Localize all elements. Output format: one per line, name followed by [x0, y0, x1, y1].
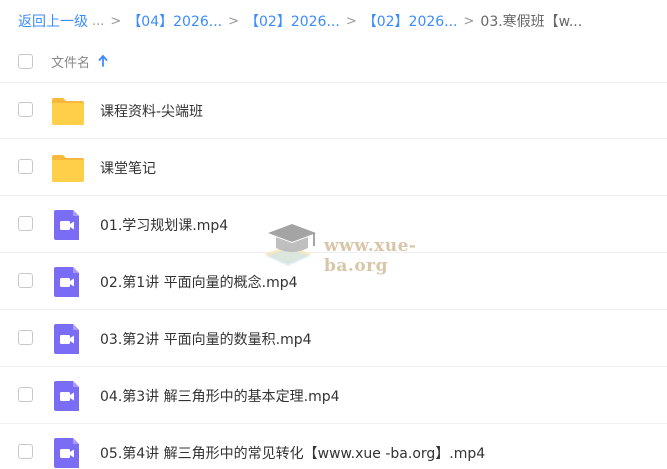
list-item[interactable]: 04.第3讲 解三角形中的基本定理.mp4: [0, 367, 667, 424]
breadcrumb-separator: >: [463, 13, 475, 29]
video-file-icon: [54, 267, 79, 297]
file-name[interactable]: 04.第3讲 解三角形中的基本定理.mp4: [100, 386, 340, 406]
breadcrumb-separator: >: [345, 13, 357, 29]
filename-column-header[interactable]: 文件名: [51, 52, 108, 71]
breadcrumb-separator: >: [110, 13, 122, 29]
file-name[interactable]: 01.学习规划课.mp4: [100, 215, 228, 235]
back-link[interactable]: 返回上一级: [18, 11, 88, 31]
row-checkbox[interactable]: [18, 387, 33, 402]
row-checkbox[interactable]: [18, 216, 33, 231]
file-name[interactable]: 05.第4讲 解三角形中的常见转化【www.xue -ba.org】.mp4: [100, 443, 485, 463]
breadcrumb-item-3[interactable]: 【02】2026...: [363, 11, 458, 31]
list-item[interactable]: 03.第2讲 平面向量的数量积.mp4: [0, 310, 667, 367]
filename-column-label: 文件名: [51, 55, 91, 71]
list-item[interactable]: 课程资料-尖端班: [0, 82, 667, 139]
list-item[interactable]: 01.学习规划课.mp4: [0, 196, 667, 253]
video-file-icon: [54, 438, 79, 468]
breadcrumb: 返回上一级 ... > 【04】2026... > 【02】2026... > …: [18, 10, 582, 32]
file-name[interactable]: 03.第2讲 平面向量的数量积.mp4: [100, 329, 312, 349]
breadcrumb-item-2[interactable]: 【02】2026...: [245, 11, 340, 31]
row-checkbox[interactable]: [18, 330, 33, 345]
list-item[interactable]: 05.第4讲 解三角形中的常见转化【www.xue -ba.org】.mp4: [0, 424, 667, 469]
breadcrumb-item-1[interactable]: 【04】2026...: [127, 11, 222, 31]
file-name[interactable]: 课堂笔记: [100, 158, 156, 178]
file-list: 课程资料-尖端班 课堂笔记 01.学习规划课.mp4 02.第1讲 平面向量的概…: [0, 82, 667, 469]
row-checkbox[interactable]: [18, 273, 33, 288]
video-file-icon: [54, 324, 79, 354]
list-item[interactable]: 02.第1讲 平面向量的概念.mp4: [0, 253, 667, 310]
list-item[interactable]: 课堂笔记: [0, 139, 667, 196]
row-checkbox[interactable]: [18, 444, 33, 459]
row-checkbox[interactable]: [18, 159, 33, 174]
breadcrumb-separator: >: [228, 13, 240, 29]
breadcrumb-ellipsis[interactable]: ...: [92, 14, 104, 29]
select-all-checkbox[interactable]: [18, 53, 33, 69]
arrow-up-icon[interactable]: [98, 55, 108, 67]
row-checkbox[interactable]: [18, 102, 33, 117]
breadcrumb-current: 03.寒假班【w...: [480, 14, 583, 30]
video-file-icon: [54, 381, 79, 411]
video-file-icon: [54, 210, 79, 240]
folder-icon: [52, 98, 84, 125]
file-name[interactable]: 02.第1讲 平面向量的概念.mp4: [100, 272, 298, 292]
folder-icon: [52, 155, 84, 182]
file-browser: 返回上一级 ... > 【04】2026... > 【02】2026... > …: [0, 0, 667, 469]
list-header: 文件名: [0, 40, 667, 83]
file-name[interactable]: 课程资料-尖端班: [100, 101, 203, 121]
